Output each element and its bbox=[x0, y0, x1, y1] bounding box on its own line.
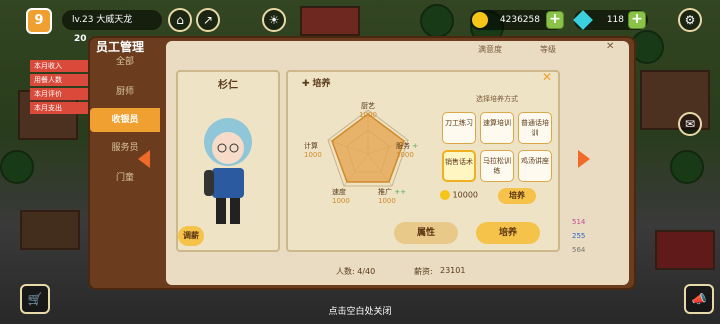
bulb-icon[interactable]: ☀ bbox=[262, 8, 286, 32]
close-hint: 点击空白处关闭 bbox=[328, 307, 392, 317]
character-portrait bbox=[204, 118, 252, 224]
method-quick-calc[interactable]: 速算培训 bbox=[480, 112, 514, 144]
radar-label-calculation: 计算 1000 bbox=[304, 142, 322, 159]
gem-icon bbox=[573, 10, 593, 30]
add-gem-button[interactable]: + bbox=[628, 11, 646, 29]
cost-display: 10000 bbox=[440, 190, 478, 200]
headcount-label: 人数: 4/40 bbox=[336, 267, 376, 276]
staff-name: 杉仁 bbox=[218, 80, 238, 91]
tab-doorman[interactable]: 门童 bbox=[90, 166, 160, 190]
add-gold-button[interactable]: + bbox=[546, 11, 564, 29]
peek-stat: 564 bbox=[572, 246, 586, 254]
settings-gear-icon[interactable]: ⚙ bbox=[678, 8, 702, 32]
list-item[interactable]: 本月收入 bbox=[30, 60, 90, 72]
next-arrow-icon[interactable] bbox=[578, 150, 590, 168]
radar-area bbox=[331, 113, 405, 183]
close-icon[interactable]: ✕ bbox=[542, 70, 552, 84]
radar-label-service: 服务 + 1000 bbox=[396, 142, 419, 159]
prev-arrow-icon[interactable] bbox=[138, 150, 150, 168]
gem-value: 118 bbox=[606, 15, 624, 25]
salary-value: 23101 bbox=[440, 266, 466, 275]
radar-label-cooking: 厨艺 1000 bbox=[359, 102, 377, 119]
method-sales-talk[interactable]: 销售话术 bbox=[442, 150, 476, 182]
list-item[interactable]: 本月评价 bbox=[30, 88, 90, 100]
radar-label-promotion: 推广 ++ 1000 bbox=[378, 188, 406, 205]
list-item[interactable]: 用餐人数 bbox=[30, 74, 90, 86]
panel-close-button[interactable]: ✕ bbox=[606, 40, 620, 54]
tab-cashier[interactable]: 收银员 bbox=[90, 108, 160, 132]
attributes-button[interactable]: 属性 bbox=[394, 222, 458, 244]
training-title: ✚ 培养 bbox=[302, 79, 331, 89]
filter-satisfaction[interactable]: 满意度 bbox=[478, 44, 502, 55]
coin-icon bbox=[440, 190, 450, 200]
tab-chef[interactable]: 厨师 bbox=[90, 80, 160, 104]
train-button[interactable]: 培养 bbox=[476, 222, 540, 244]
adjust-salary-button[interactable]: 调薪 bbox=[178, 226, 204, 246]
small-train-button[interactable]: 培养 bbox=[498, 188, 536, 204]
mail-icon[interactable]: ✉ bbox=[678, 112, 702, 136]
filter-level[interactable]: 等级 bbox=[540, 44, 556, 55]
method-pep-talk[interactable]: 鸡汤讲座 bbox=[518, 150, 552, 182]
radar-label-speed: 速度 1000 bbox=[332, 188, 350, 205]
method-knife-practice[interactable]: 刀工练习 bbox=[442, 112, 476, 144]
method-mandarin[interactable]: 普通话培训 bbox=[518, 112, 552, 144]
player-level-partial: 20 bbox=[74, 34, 87, 44]
level-badge[interactable]: 9 bbox=[26, 8, 52, 34]
shirt-icon[interactable]: ⌂ bbox=[168, 8, 192, 32]
method-title: 选择培养方式 bbox=[476, 95, 518, 103]
coin-icon bbox=[472, 12, 488, 28]
stats-list: 本月收入 用餐人数 本月评价 本月支出 bbox=[30, 60, 90, 114]
player-name: lv.23 大威天龙 bbox=[62, 10, 162, 30]
gold-value: 4236258 bbox=[499, 15, 540, 25]
stats-icon[interactable]: ↗ bbox=[196, 8, 220, 32]
salary-label: 薪资: bbox=[414, 267, 433, 276]
plus-icon: ✚ bbox=[302, 79, 310, 89]
peek-stat: 514 bbox=[572, 218, 586, 226]
list-item[interactable]: 本月支出 bbox=[30, 102, 90, 114]
peek-stat: 255 bbox=[572, 232, 586, 240]
tab-all[interactable]: 全部 bbox=[90, 50, 160, 74]
method-marathon[interactable]: 马拉松训练 bbox=[480, 150, 514, 182]
